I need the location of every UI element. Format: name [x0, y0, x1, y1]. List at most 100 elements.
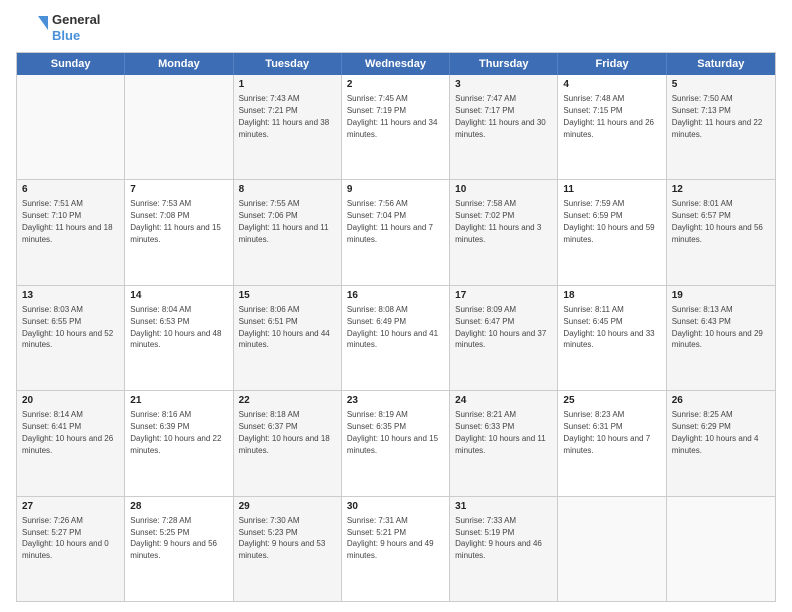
cell-info: Sunrise: 8:11 AMSunset: 6:45 PMDaylight:… — [563, 305, 654, 350]
cell-info: Sunrise: 7:51 AMSunset: 7:10 PMDaylight:… — [22, 199, 113, 244]
cell-info: Sunrise: 7:30 AMSunset: 5:23 PMDaylight:… — [239, 516, 326, 561]
day-number: 26 — [672, 394, 770, 408]
logo-text-general: General — [52, 12, 100, 28]
table-row: 21 Sunrise: 8:16 AMSunset: 6:39 PMDaylig… — [125, 391, 233, 495]
day-number: 31 — [455, 500, 552, 514]
day-number: 3 — [455, 78, 552, 92]
table-row: 26 Sunrise: 8:25 AMSunset: 6:29 PMDaylig… — [667, 391, 775, 495]
table-row: 4 Sunrise: 7:48 AMSunset: 7:15 PMDayligh… — [558, 75, 666, 179]
table-row: 19 Sunrise: 8:13 AMSunset: 6:43 PMDaylig… — [667, 286, 775, 390]
header-day-thursday: Thursday — [450, 53, 558, 75]
day-number: 28 — [130, 500, 227, 514]
header-day-monday: Monday — [125, 53, 233, 75]
cell-info: Sunrise: 7:59 AMSunset: 6:59 PMDaylight:… — [563, 199, 654, 244]
calendar-week-5: 27 Sunrise: 7:26 AMSunset: 5:27 PMDaylig… — [17, 496, 775, 601]
cell-info: Sunrise: 7:53 AMSunset: 7:08 PMDaylight:… — [130, 199, 221, 244]
table-row: 10 Sunrise: 7:58 AMSunset: 7:02 PMDaylig… — [450, 180, 558, 284]
table-row: 31 Sunrise: 7:33 AMSunset: 5:19 PMDaylig… — [450, 497, 558, 601]
table-row: 1 Sunrise: 7:43 AMSunset: 7:21 PMDayligh… — [234, 75, 342, 179]
cell-info: Sunrise: 7:45 AMSunset: 7:19 PMDaylight:… — [347, 94, 438, 139]
cell-info: Sunrise: 8:14 AMSunset: 6:41 PMDaylight:… — [22, 410, 113, 455]
cell-info: Sunrise: 8:08 AMSunset: 6:49 PMDaylight:… — [347, 305, 438, 350]
day-number: 9 — [347, 183, 444, 197]
cell-info: Sunrise: 8:06 AMSunset: 6:51 PMDaylight:… — [239, 305, 330, 350]
table-row: 14 Sunrise: 8:04 AMSunset: 6:53 PMDaylig… — [125, 286, 233, 390]
table-row — [558, 497, 666, 601]
table-row: 8 Sunrise: 7:55 AMSunset: 7:06 PMDayligh… — [234, 180, 342, 284]
day-number: 27 — [22, 500, 119, 514]
table-row — [667, 497, 775, 601]
table-row: 17 Sunrise: 8:09 AMSunset: 6:47 PMDaylig… — [450, 286, 558, 390]
calendar-week-3: 13 Sunrise: 8:03 AMSunset: 6:55 PMDaylig… — [17, 285, 775, 390]
table-row: 29 Sunrise: 7:30 AMSunset: 5:23 PMDaylig… — [234, 497, 342, 601]
header-day-sunday: Sunday — [17, 53, 125, 75]
table-row: 13 Sunrise: 8:03 AMSunset: 6:55 PMDaylig… — [17, 286, 125, 390]
table-row: 20 Sunrise: 8:14 AMSunset: 6:41 PMDaylig… — [17, 391, 125, 495]
day-number: 13 — [22, 289, 119, 303]
cell-info: Sunrise: 7:50 AMSunset: 7:13 PMDaylight:… — [672, 94, 763, 139]
table-row: 24 Sunrise: 8:21 AMSunset: 6:33 PMDaylig… — [450, 391, 558, 495]
header-day-friday: Friday — [558, 53, 666, 75]
day-number: 24 — [455, 394, 552, 408]
day-number: 21 — [130, 394, 227, 408]
cell-info: Sunrise: 7:26 AMSunset: 5:27 PMDaylight:… — [22, 516, 109, 561]
cell-info: Sunrise: 7:56 AMSunset: 7:04 PMDaylight:… — [347, 199, 433, 244]
cell-info: Sunrise: 8:16 AMSunset: 6:39 PMDaylight:… — [130, 410, 221, 455]
table-row — [17, 75, 125, 179]
header-day-saturday: Saturday — [667, 53, 775, 75]
day-number: 20 — [22, 394, 119, 408]
day-number: 10 — [455, 183, 552, 197]
cell-info: Sunrise: 8:01 AMSunset: 6:57 PMDaylight:… — [672, 199, 763, 244]
table-row: 27 Sunrise: 7:26 AMSunset: 5:27 PMDaylig… — [17, 497, 125, 601]
table-row: 11 Sunrise: 7:59 AMSunset: 6:59 PMDaylig… — [558, 180, 666, 284]
calendar-week-1: 1 Sunrise: 7:43 AMSunset: 7:21 PMDayligh… — [17, 75, 775, 179]
day-number: 12 — [672, 183, 770, 197]
cell-info: Sunrise: 8:18 AMSunset: 6:37 PMDaylight:… — [239, 410, 330, 455]
day-number: 16 — [347, 289, 444, 303]
table-row: 22 Sunrise: 8:18 AMSunset: 6:37 PMDaylig… — [234, 391, 342, 495]
cell-info: Sunrise: 7:28 AMSunset: 5:25 PMDaylight:… — [130, 516, 217, 561]
calendar-header-row: SundayMondayTuesdayWednesdayThursdayFrid… — [17, 53, 775, 75]
table-row: 25 Sunrise: 8:23 AMSunset: 6:31 PMDaylig… — [558, 391, 666, 495]
day-number: 22 — [239, 394, 336, 408]
cell-info: Sunrise: 8:13 AMSunset: 6:43 PMDaylight:… — [672, 305, 763, 350]
day-number: 5 — [672, 78, 770, 92]
table-row: 15 Sunrise: 8:06 AMSunset: 6:51 PMDaylig… — [234, 286, 342, 390]
table-row: 9 Sunrise: 7:56 AMSunset: 7:04 PMDayligh… — [342, 180, 450, 284]
logo: General Blue — [16, 12, 100, 44]
table-row: 18 Sunrise: 8:11 AMSunset: 6:45 PMDaylig… — [558, 286, 666, 390]
day-number: 23 — [347, 394, 444, 408]
table-row: 30 Sunrise: 7:31 AMSunset: 5:21 PMDaylig… — [342, 497, 450, 601]
day-number: 30 — [347, 500, 444, 514]
table-row: 6 Sunrise: 7:51 AMSunset: 7:10 PMDayligh… — [17, 180, 125, 284]
table-row: 3 Sunrise: 7:47 AMSunset: 7:17 PMDayligh… — [450, 75, 558, 179]
cell-info: Sunrise: 8:23 AMSunset: 6:31 PMDaylight:… — [563, 410, 650, 455]
day-number: 19 — [672, 289, 770, 303]
day-number: 6 — [22, 183, 119, 197]
day-number: 15 — [239, 289, 336, 303]
cell-info: Sunrise: 8:03 AMSunset: 6:55 PMDaylight:… — [22, 305, 113, 350]
table-row: 28 Sunrise: 7:28 AMSunset: 5:25 PMDaylig… — [125, 497, 233, 601]
day-number: 17 — [455, 289, 552, 303]
logo-text-blue: Blue — [52, 28, 100, 44]
day-number: 29 — [239, 500, 336, 514]
cell-info: Sunrise: 7:47 AMSunset: 7:17 PMDaylight:… — [455, 94, 546, 139]
calendar-week-2: 6 Sunrise: 7:51 AMSunset: 7:10 PMDayligh… — [17, 179, 775, 284]
table-row: 16 Sunrise: 8:08 AMSunset: 6:49 PMDaylig… — [342, 286, 450, 390]
calendar-page: General Blue SundayMondayTuesdayWednesda… — [0, 0, 792, 612]
day-number: 25 — [563, 394, 660, 408]
day-number: 14 — [130, 289, 227, 303]
table-row: 23 Sunrise: 8:19 AMSunset: 6:35 PMDaylig… — [342, 391, 450, 495]
cell-info: Sunrise: 8:21 AMSunset: 6:33 PMDaylight:… — [455, 410, 546, 455]
cell-info: Sunrise: 8:09 AMSunset: 6:47 PMDaylight:… — [455, 305, 546, 350]
cell-info: Sunrise: 7:31 AMSunset: 5:21 PMDaylight:… — [347, 516, 434, 561]
table-row — [125, 75, 233, 179]
cell-info: Sunrise: 7:33 AMSunset: 5:19 PMDaylight:… — [455, 516, 542, 561]
day-number: 4 — [563, 78, 660, 92]
calendar: SundayMondayTuesdayWednesdayThursdayFrid… — [16, 52, 776, 602]
day-number: 1 — [239, 78, 336, 92]
logo-svg — [16, 12, 48, 44]
day-number: 18 — [563, 289, 660, 303]
header-day-tuesday: Tuesday — [234, 53, 342, 75]
header: General Blue — [16, 12, 776, 44]
